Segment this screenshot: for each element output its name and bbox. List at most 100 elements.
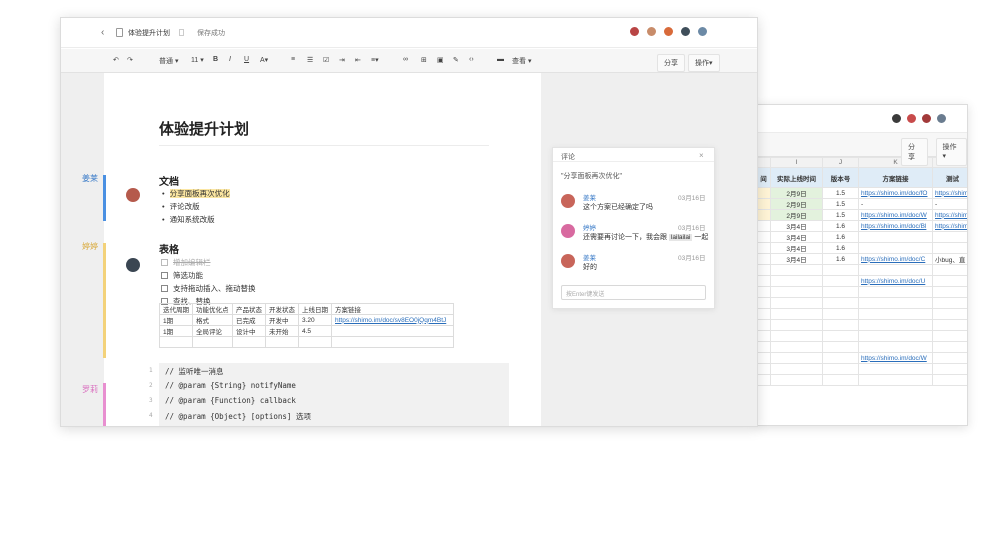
sheet-cell[interactable] xyxy=(932,231,967,243)
sheet-cell[interactable] xyxy=(858,330,933,342)
code-line[interactable]: 3// @param {Function} callback xyxy=(149,396,296,411)
sheet-cell[interactable]: 2月9日 xyxy=(770,187,823,199)
sheet-cell[interactable]: 1.6 xyxy=(822,220,859,232)
table-cell[interactable] xyxy=(298,336,332,348)
indent-icon[interactable]: ⇥ xyxy=(339,56,345,64)
sheet-cell[interactable] xyxy=(858,264,933,276)
avatar[interactable] xyxy=(561,254,575,268)
table-cell[interactable]: 全局评论 xyxy=(192,325,233,337)
table-cell[interactable] xyxy=(331,336,454,348)
table-cell[interactable]: 未开始 xyxy=(265,325,299,337)
sheet-cell[interactable] xyxy=(822,352,859,364)
sheet-cell[interactable] xyxy=(756,253,771,265)
paragraph-style-select[interactable]: 普通 ▾ xyxy=(159,56,178,66)
sheet-header-cell[interactable]: 方案链接 xyxy=(858,167,933,188)
avatar[interactable] xyxy=(646,26,657,37)
sheet-cell[interactable] xyxy=(770,341,823,353)
ops-button[interactable]: 操作▾ xyxy=(688,54,720,72)
sheet-cell[interactable] xyxy=(932,286,967,298)
sheet-cell[interactable] xyxy=(756,286,771,298)
unordered-list-icon[interactable]: ☰ xyxy=(307,56,313,64)
sheet-cell[interactable]: 1.5 xyxy=(822,187,859,199)
doc-page[interactable]: 体验提升计划 姜莱 婷婷 罗莉 文档 分享面板再次优化 评论改版 通知系统改版 … xyxy=(82,73,561,426)
sheet-cell[interactable] xyxy=(756,220,771,232)
italic-icon[interactable]: I xyxy=(229,56,231,63)
sheet-cell[interactable] xyxy=(858,374,933,386)
sheet-cell[interactable] xyxy=(858,341,933,353)
sheet-cell[interactable] xyxy=(756,308,771,320)
code-line[interactable]: 2// @param {String} notifyName xyxy=(149,381,296,396)
code-block[interactable]: 1// 监听唯一消息 2// @param {String} notifyName… xyxy=(149,363,509,426)
column-letter[interactable]: I xyxy=(770,157,823,168)
sheet-cell[interactable] xyxy=(858,308,933,320)
sheet-cell[interactable] xyxy=(858,242,933,254)
comment-icon[interactable]: ▬ xyxy=(497,56,504,63)
sheet-ops-button[interactable]: 操作 ▾ xyxy=(935,138,967,166)
sheet-cell[interactable]: https://shim xyxy=(932,209,967,221)
avatar[interactable] xyxy=(629,26,640,37)
table-cell[interactable] xyxy=(192,336,233,348)
sheet-cell[interactable]: 小bug、直 xyxy=(932,253,967,265)
comment-input[interactable]: 按Enter键发送 xyxy=(561,285,706,300)
sheet-cell[interactable]: https://shimo.im/doc/C xyxy=(858,253,933,265)
sheet-cell[interactable] xyxy=(822,330,859,342)
sheet-cell[interactable] xyxy=(770,264,823,276)
sheet-cell[interactable] xyxy=(770,319,823,331)
avatar[interactable] xyxy=(561,194,575,208)
sheet-cell[interactable]: https://shim xyxy=(932,220,967,232)
sheet-cell[interactable]: 3月4日 xyxy=(770,242,823,254)
sheet-cell[interactable]: 1.5 xyxy=(822,198,859,210)
link-icon[interactable]: ∞ xyxy=(403,56,408,63)
sheet-cell[interactable] xyxy=(770,275,823,287)
align-icon[interactable]: ≡▾ xyxy=(371,56,379,64)
sheet-cell[interactable] xyxy=(932,319,967,331)
sheet-cell[interactable] xyxy=(932,264,967,276)
sheet-cell[interactable]: https://shimo.im/doc/fO xyxy=(858,187,933,199)
sheet-cell[interactable]: 3月4日 xyxy=(770,253,823,265)
table-header-cell[interactable]: 方案链接 xyxy=(331,303,454,315)
column-letter[interactable] xyxy=(756,157,771,168)
table-header-cell[interactable]: 迭代周期 xyxy=(159,303,193,315)
sheet-cell[interactable] xyxy=(822,374,859,386)
table-icon[interactable]: ⊞ xyxy=(421,56,427,64)
font-size-select[interactable]: 11 ▾ xyxy=(191,56,204,64)
sheet-cell[interactable] xyxy=(858,286,933,298)
sheet-cell[interactable]: 2月9日 xyxy=(770,198,823,210)
sheet-header-cell[interactable]: 版本号 xyxy=(822,167,859,188)
sheet-cell[interactable]: - xyxy=(932,198,967,210)
sheet-cell[interactable] xyxy=(822,275,859,287)
view-menu[interactable]: 查看 ▾ xyxy=(512,56,531,66)
task-item[interactable]: 支持拖动插入、拖动替换 xyxy=(161,283,256,294)
page-title[interactable]: 体验提升计划 xyxy=(159,118,249,139)
comment-author[interactable]: 婷婷 xyxy=(583,222,596,232)
sheet-cell[interactable] xyxy=(756,319,771,331)
sheet-share-button[interactable]: 分享 xyxy=(901,138,928,166)
sheet-cell[interactable] xyxy=(822,363,859,375)
pin-icon[interactable] xyxy=(179,29,184,36)
sheet-cell[interactable] xyxy=(822,308,859,320)
sheet-cell[interactable] xyxy=(756,363,771,375)
sheet-header-cell[interactable]: 间 xyxy=(756,167,771,188)
list-item[interactable]: 评论改版 xyxy=(162,201,200,212)
sheet-header-cell[interactable]: 实际上线时间 xyxy=(770,167,823,188)
outdent-icon[interactable]: ⇤ xyxy=(355,56,361,64)
checkbox[interactable] xyxy=(161,272,168,279)
table-cell[interactable]: 4.5 xyxy=(298,325,332,337)
sheet-cell[interactable] xyxy=(756,198,771,210)
code-block-icon[interactable]: ‹› xyxy=(469,56,474,63)
sheet-cell[interactable]: 3月4日 xyxy=(770,220,823,232)
sheet-cell[interactable] xyxy=(770,352,823,364)
sheet-cell[interactable] xyxy=(770,374,823,386)
mention-tag[interactable]: lailailai xyxy=(668,234,693,241)
table-cell[interactable]: 已完成 xyxy=(232,314,266,326)
table-cell[interactable] xyxy=(265,336,299,348)
sheet-cell[interactable]: https://shimo.im/doc/W xyxy=(858,209,933,221)
back-chevron-icon[interactable]: ‹ xyxy=(101,27,104,38)
sheet-cell[interactable] xyxy=(770,308,823,320)
comment-author[interactable]: 姜莱 xyxy=(583,252,596,262)
checkbox[interactable] xyxy=(161,259,168,266)
sheet-cell[interactable] xyxy=(756,352,771,364)
table-cell[interactable]: 1期 xyxy=(159,314,193,326)
bold-icon[interactable]: B xyxy=(213,56,218,63)
redo-icon[interactable]: ↷ xyxy=(127,56,133,64)
